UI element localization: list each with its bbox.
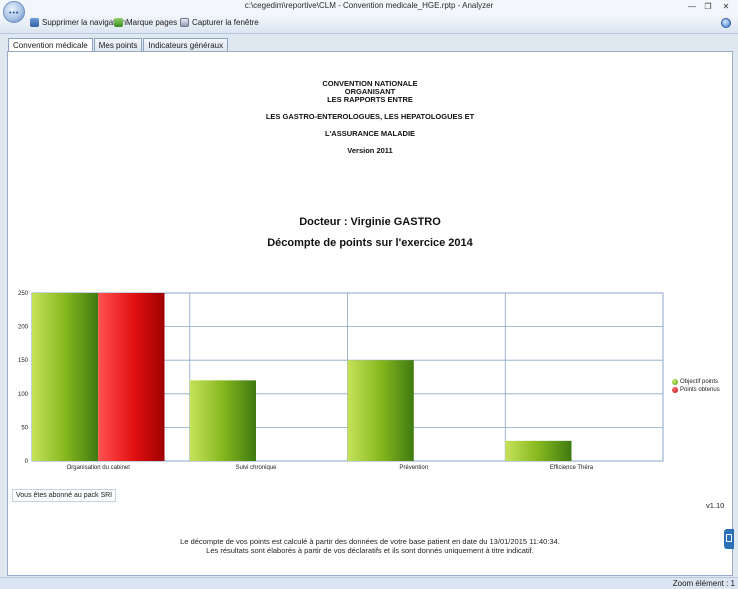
bookmarks-label: Marque pages	[126, 18, 178, 27]
bar-objective	[347, 360, 414, 461]
remove-navigation-button[interactable]: Supprimer la navigation	[30, 18, 126, 27]
tab-convention-medicale[interactable]: Convention médicale	[8, 38, 93, 52]
footnote-line: Les résultats sont élaborés à partir de …	[206, 546, 534, 555]
legend-swatch	[672, 387, 678, 393]
bar-objective	[189, 380, 257, 461]
minimize-button[interactable]: —	[684, 1, 700, 12]
tab-bar: Convention médicale Mes points Indicateu…	[8, 38, 229, 52]
help-icon[interactable]	[721, 18, 731, 28]
y-tick-label: 100	[18, 392, 29, 398]
legend-label: Objectif points	[680, 379, 719, 385]
footnote-line: Le décompte de vos points est calculé à …	[180, 537, 560, 546]
x-tick-label: Organisation du cabinet	[67, 465, 131, 471]
bar-objective	[505, 440, 572, 461]
toolbar: Supprimer la navigation Marque pages ▼ C…	[0, 14, 738, 34]
window-title: c:\cegedim\reportive\CLM - Convention me…	[244, 1, 494, 10]
x-tick-label: Suivi chronique	[235, 465, 277, 471]
legend-label: Points obtenus	[680, 387, 720, 393]
app-menu-icon[interactable]: •••	[3, 1, 25, 23]
bookmarks-button[interactable]: Marque pages ▼	[114, 18, 186, 27]
capture-window-label: Capturer la fenêtre	[192, 18, 259, 27]
navigation-icon	[30, 18, 39, 27]
y-tick-label: 200	[18, 325, 29, 331]
maximize-button[interactable]: ❐	[700, 1, 716, 12]
bookmark-icon	[114, 18, 123, 27]
y-tick-label: 0	[25, 459, 29, 465]
y-tick-label: 250	[18, 291, 29, 297]
zoom-status: Zoom élément : 1	[672, 579, 735, 588]
report-panel: CONVENTION NATIONALE ORGANISANT LES RAPP…	[7, 51, 734, 576]
capture-window-button[interactable]: Capturer la fenêtre	[180, 18, 259, 27]
y-tick-label: 50	[21, 425, 28, 431]
clipboard-icon	[726, 534, 732, 542]
tab-indicateurs-generaux[interactable]: Indicateurs généraux	[143, 38, 229, 51]
status-bar: Zoom élément : 1	[0, 577, 738, 589]
bar-obtained	[98, 293, 165, 461]
points-bar-chart: 0 50 100 150 200 250 Organisation du cabinet Su…	[18, 291, 664, 471]
side-panel-toggle[interactable]	[724, 529, 734, 549]
chart-legend: Objectif points Points obtenus	[672, 378, 720, 394]
legend-swatch	[672, 379, 678, 385]
x-tick-label: Prévention	[399, 465, 428, 471]
legend-item-objective: Objectif points	[672, 378, 720, 386]
y-tick-label: 150	[18, 358, 29, 364]
title-bar: c:\cegedim\reportive\CLM - Convention me…	[0, 0, 738, 14]
camera-icon	[180, 18, 189, 27]
bar-objective	[32, 293, 99, 461]
close-button[interactable]: ✕	[718, 1, 734, 12]
pack-subscription-note: Vous êtes abonné au pack SRI	[12, 489, 117, 502]
legend-item-obtained: Points obtenus	[672, 386, 720, 394]
tab-mes-points[interactable]: Mes points	[93, 38, 143, 51]
version-label: v1.10	[706, 501, 725, 510]
x-tick-label: Efficience Théra	[550, 465, 594, 471]
